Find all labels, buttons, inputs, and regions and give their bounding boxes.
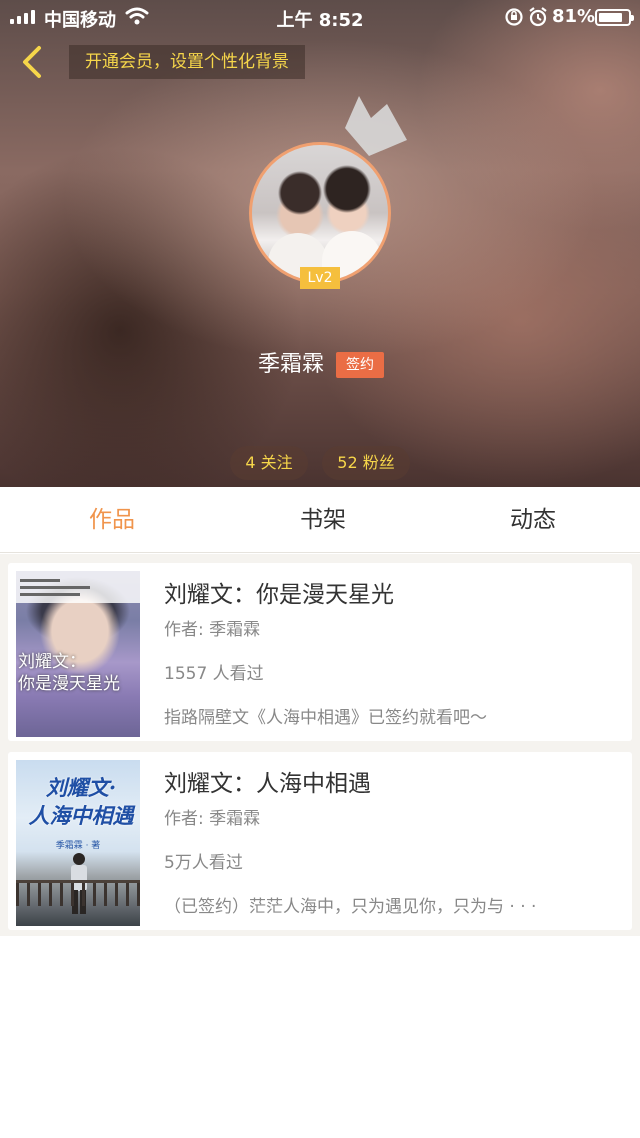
tab-bar: 作品 书架 动态: [0, 487, 640, 553]
book-title: 刘耀文：你是漫天星光: [164, 582, 394, 608]
tab-activity[interactable]: 动态: [453, 487, 613, 553]
vip-banner[interactable]: 开通会员，设置个性化背景: [69, 45, 305, 79]
profile-header: 中国移动 上午 8:52 81% 开通会员，设置个性化背景 Lv2 季霜霖 签约…: [0, 0, 640, 487]
tab-works[interactable]: 作品: [32, 487, 192, 553]
avatar[interactable]: [249, 142, 391, 284]
cover-title: 刘耀文· 人海中相遇: [28, 775, 134, 828]
cover-title: 刘耀文： 你是漫天星光: [18, 652, 120, 694]
book-card[interactable]: 刘耀文· 人海中相遇 季霜霖 · 著 刘耀文：人海中相遇 作者: 季霜霖 5万人…: [8, 752, 632, 930]
book-views: 5万人看过: [164, 853, 243, 873]
book-cover: 刘耀文· 人海中相遇 季霜霖 · 著: [16, 760, 140, 926]
book-description: （已签约）茫茫人海中，只为遇见你，只为与 · · ·: [164, 897, 537, 917]
following-count[interactable]: 4 关注: [230, 446, 308, 480]
signed-badge: 签约: [336, 352, 384, 378]
battery-icon: [595, 9, 634, 26]
alarm-icon: [528, 6, 548, 33]
book-author: 作者: 季霜霖: [164, 809, 261, 829]
book-cover: 刘耀文： 你是漫天星光: [16, 571, 140, 737]
cover-header: [16, 571, 140, 603]
works-list: 刘耀文： 你是漫天星光 刘耀文：你是漫天星光 作者: 季霜霖 1557 人看过 …: [0, 554, 640, 936]
username: 季霜霖: [258, 352, 325, 377]
book-views: 1557 人看过: [164, 664, 264, 684]
level-badge: Lv2: [300, 267, 340, 289]
battery-percent: 81%: [552, 6, 596, 27]
status-bar: 中国移动 上午 8:52 81%: [0, 0, 640, 34]
cover-author: 季霜霖 · 著: [55, 841, 101, 851]
cover-fence: [16, 880, 140, 906]
book-card[interactable]: 刘耀文： 你是漫天星光 刘耀文：你是漫天星光 作者: 季霜霖 1557 人看过 …: [8, 563, 632, 741]
chevron-left-icon: [23, 46, 41, 78]
battery-fill: [599, 13, 622, 22]
fans-count[interactable]: 52 粉丝: [322, 446, 410, 480]
avatar-image: [249, 142, 391, 284]
back-button[interactable]: [10, 40, 54, 84]
book-description: 指路隔壁文《人海中相遇》已签约就看吧～: [164, 708, 487, 728]
book-title: 刘耀文：人海中相遇: [164, 771, 371, 797]
rotation-lock-icon: [504, 7, 524, 32]
tab-bookshelf[interactable]: 书架: [243, 487, 403, 553]
book-author: 作者: 季霜霖: [164, 620, 261, 640]
